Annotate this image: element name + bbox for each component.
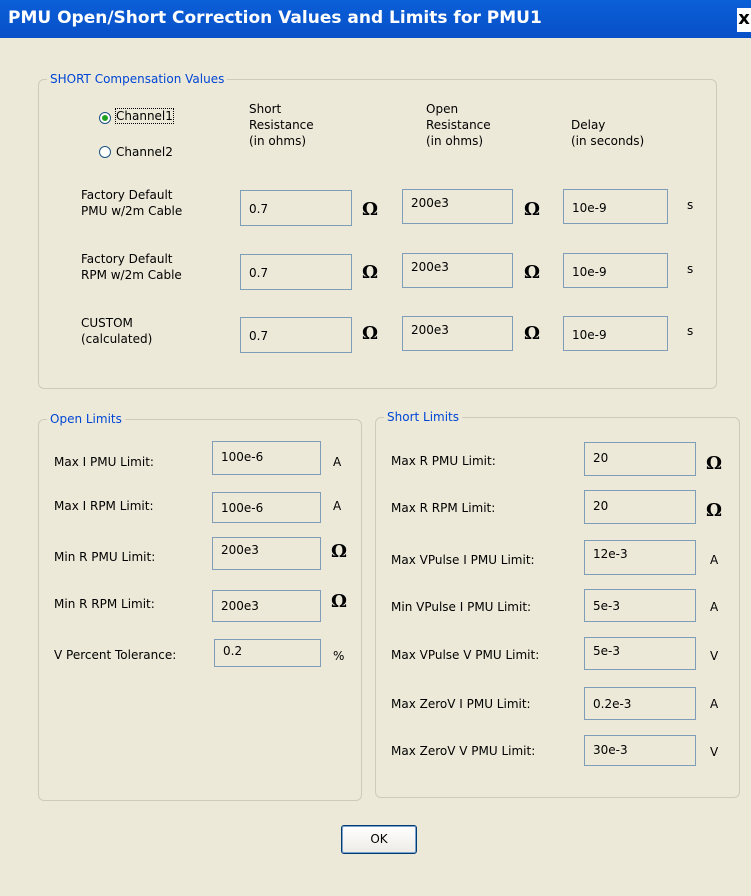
channel2-radio[interactable] (99, 146, 111, 158)
factory-rpm-label: Factory Default RPM w/2m Cable (81, 251, 182, 283)
custom-delay-field[interactable]: 10e-9 (563, 316, 668, 351)
ohm-icon: Ω (331, 541, 348, 562)
max-vpulse-v-pmu-field[interactable]: 5e-3 (584, 637, 696, 670)
ohm-icon: Ω (362, 199, 379, 220)
min-r-pmu-field[interactable]: 200e3 (212, 537, 321, 570)
header-line: Delay (571, 118, 606, 132)
factory-rpm-short-field[interactable]: 0.7 (240, 254, 352, 290)
v-percent-tolerance-field[interactable]: 0.2 (214, 639, 321, 667)
factory-pmu-short-field[interactable]: 0.7 (240, 190, 352, 226)
row-label-line: (calculated) (81, 332, 153, 346)
v-percent-tolerance-label: V Percent Tolerance: (54, 648, 177, 662)
ohm-icon: Ω (706, 500, 723, 521)
header-line: (in seconds) (571, 134, 645, 148)
row-label-line: RPM w/2m Cable (81, 268, 182, 282)
delay-header: Delay (in seconds) (571, 117, 644, 149)
ohm-icon: Ω (362, 262, 379, 283)
min-r-rpm-label: Min R RPM Limit: (54, 597, 155, 611)
open-limits-title: Open Limits (47, 412, 125, 426)
header-line: (in ohms) (249, 134, 307, 148)
min-vpulse-i-pmu-label: Min VPulse I PMU Limit: (391, 600, 532, 614)
factory-rpm-delay-field[interactable]: 10e-9 (563, 253, 668, 288)
row-label-line: CUSTOM (81, 316, 133, 330)
max-zerov-i-pmu-label: Max ZeroV I PMU Limit: (391, 697, 531, 711)
amps-unit: A (710, 697, 719, 711)
min-r-pmu-label: Min R PMU Limit: (54, 550, 156, 564)
min-r-rpm-field[interactable]: 200e3 (212, 590, 321, 622)
custom-open-field[interactable]: 200e3 (402, 316, 513, 351)
percent-unit: % (333, 649, 345, 663)
row-label-line: Factory Default (81, 252, 173, 266)
open-resistance-header: Open Resistance (in ohms) (426, 101, 491, 149)
header-line: Resistance (249, 118, 314, 132)
amps-unit: A (333, 455, 342, 469)
seconds-unit: s (687, 262, 694, 276)
channel1-label[interactable]: Channel1 (115, 108, 174, 124)
header-line: Short (249, 102, 282, 116)
amps-unit: A (710, 600, 719, 614)
factory-rpm-open-field[interactable]: 200e3 (402, 253, 513, 288)
volts-unit: V (710, 649, 719, 663)
header-line: Resistance (426, 118, 491, 132)
channel2-label[interactable]: Channel2 (116, 145, 173, 159)
max-r-rpm-label: Max R RPM Limit: (391, 501, 496, 515)
custom-label: CUSTOM (calculated) (81, 315, 152, 347)
amps-unit: A (333, 499, 342, 513)
close-button[interactable]: x (737, 8, 751, 32)
custom-short-field[interactable]: 0.7 (240, 317, 352, 353)
max-zerov-v-pmu-field[interactable]: 30e-3 (584, 735, 696, 766)
ohm-icon: Ω (524, 199, 541, 220)
ohm-icon: Ω (706, 453, 723, 474)
ohm-icon: Ω (362, 323, 379, 344)
short-resistance-header: Short Resistance (in ohms) (249, 101, 314, 149)
short-limits-title: Short Limits (384, 410, 463, 424)
short-compensation-title: SHORT Compensation Values (47, 72, 228, 86)
max-i-rpm-label: Max I RPM Limit: (54, 499, 154, 513)
max-vpulse-i-pmu-field[interactable]: 12e-3 (584, 540, 696, 575)
max-i-pmu-field[interactable]: 100e-6 (212, 441, 321, 475)
ohm-icon: Ω (524, 262, 541, 283)
amps-unit: A (710, 553, 719, 567)
header-line: (in ohms) (426, 134, 484, 148)
row-label-line: Factory Default (81, 188, 173, 202)
channel1-radio[interactable] (99, 112, 111, 124)
max-r-pmu-field[interactable]: 20 (584, 442, 696, 476)
seconds-unit: s (687, 324, 694, 338)
ok-button[interactable]: OK (341, 825, 417, 854)
factory-pmu-open-field[interactable]: 200e3 (402, 189, 513, 224)
max-zerov-i-pmu-field[interactable]: 0.2e-3 (584, 687, 696, 720)
seconds-unit: s (687, 198, 694, 212)
factory-pmu-label: Factory Default PMU w/2m Cable (81, 187, 182, 219)
row-label-line: PMU w/2m Cable (81, 204, 183, 218)
max-vpulse-v-pmu-label: Max VPulse V PMU Limit: (391, 648, 540, 662)
min-vpulse-i-pmu-field[interactable]: 5e-3 (584, 589, 696, 622)
max-r-rpm-field[interactable]: 20 (584, 490, 696, 524)
ohm-icon: Ω (524, 323, 541, 344)
max-zerov-v-pmu-label: Max ZeroV V PMU Limit: (391, 744, 536, 758)
max-i-pmu-label: Max I PMU Limit: (54, 455, 154, 469)
radio-selected-dot (102, 115, 108, 121)
header-line: Open (426, 102, 459, 116)
title-bar: PMU Open/Short Correction Values and Lim… (0, 0, 751, 38)
factory-pmu-delay-field[interactable]: 10e-9 (563, 189, 668, 224)
max-vpulse-i-pmu-label: Max VPulse I PMU Limit: (391, 553, 535, 567)
max-i-rpm-field[interactable]: 100e-6 (212, 492, 321, 523)
max-r-pmu-label: Max R PMU Limit: (391, 454, 496, 468)
window-title: PMU Open/Short Correction Values and Lim… (8, 8, 542, 28)
ohm-icon: Ω (331, 591, 348, 612)
volts-unit: V (710, 745, 719, 759)
